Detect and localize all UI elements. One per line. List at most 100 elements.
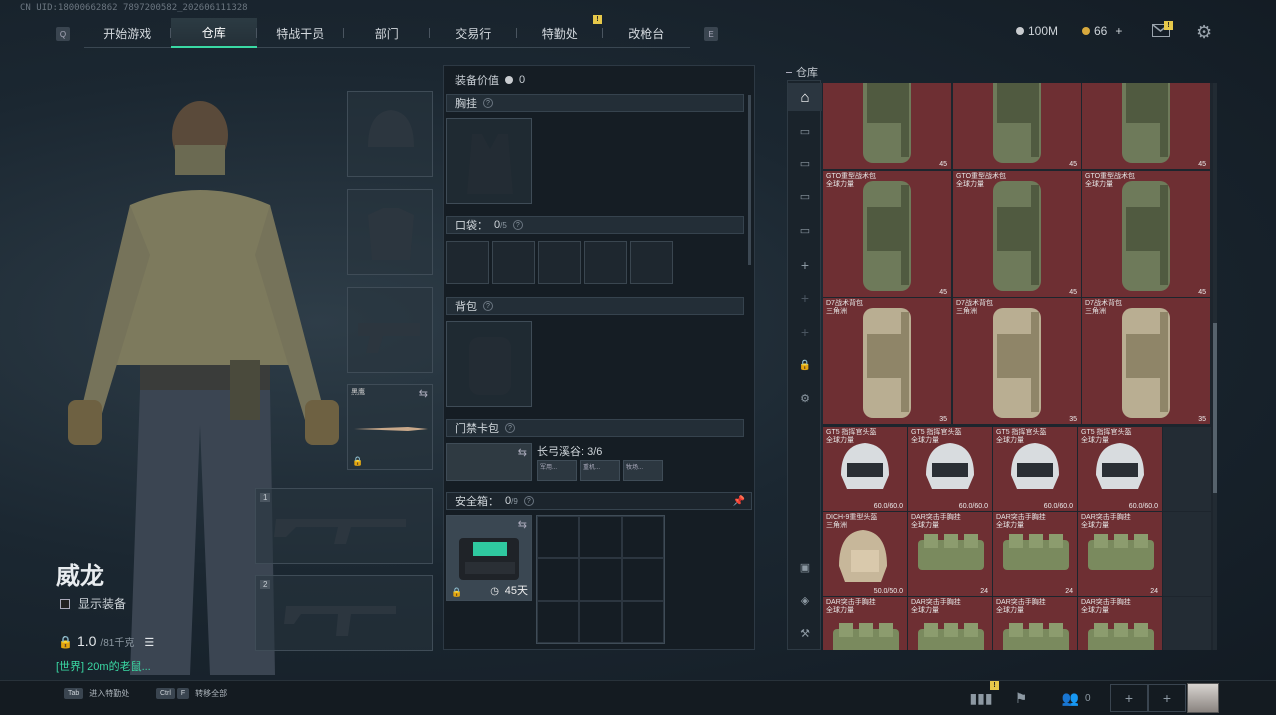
flag-icon[interactable]: ⚑ (1002, 684, 1040, 712)
invite-slot-button[interactable]: + (1110, 684, 1148, 712)
add-storage-icon[interactable]: + (788, 318, 822, 346)
invite-slot-button[interactable]: + (1148, 684, 1186, 712)
secondary-weapon-slot[interactable]: 2 (255, 575, 433, 651)
tab-3[interactable]: 部门 (344, 18, 430, 48)
pocket-slot[interactable] (538, 241, 581, 284)
add-storage-icon[interactable]: + (788, 284, 822, 312)
helmet-item[interactable]: GT5 指挥官头盔 全球力量 60.0/60.0 (993, 427, 1077, 511)
backpack-item[interactable]: GTO重型战术包 全球力量 45 (823, 171, 951, 297)
tab-5[interactable]: 特勤处 (517, 18, 603, 48)
backpack-item[interactable]: D7战术背包 三角洲 35 (953, 298, 1081, 424)
helmet-item[interactable]: GT5 指挥官头盔 全球力量 60.0/60.0 (908, 427, 992, 511)
world-chat-line[interactable]: [世界] 20m的老鼠... (56, 658, 151, 674)
helmet-slot[interactable] (347, 91, 433, 177)
help-icon[interactable]: ? (505, 423, 515, 433)
backpack-item[interactable]: D7战术背包 三角洲 35 (1082, 298, 1210, 424)
storage-tab-3-icon[interactable]: ▭ (788, 182, 822, 210)
chest-rig-item[interactable]: DAR突击手胸挂 全球力量 (908, 597, 992, 650)
add-coins-button[interactable]: + (1115, 24, 1122, 38)
pin-icon[interactable]: 📌 (733, 496, 745, 507)
friends-button[interactable]: 👥 0 (1052, 684, 1100, 712)
show-gear-checkbox[interactable] (60, 598, 70, 609)
help-icon[interactable]: ? (523, 496, 534, 506)
helmet-item[interactable]: GT5 指挥官头盔 全球力量 60.0/60.0 (823, 427, 907, 511)
help-icon[interactable]: ? (512, 220, 523, 230)
pocket-slot[interactable] (630, 241, 673, 284)
melee-slot[interactable]: 黑鹰 ⇆ 🔒 (347, 384, 433, 470)
sort-icon[interactable]: ▣ (788, 553, 822, 581)
backpack-item[interactable]: 45 (823, 83, 951, 169)
player-avatar[interactable] (1187, 683, 1219, 713)
safe-box-cell[interactable] (621, 600, 664, 643)
enter-special-ops-hint[interactable]: Tab 进入特勤处 (64, 688, 129, 699)
backpack-item[interactable]: GTO重型战术包 全球力量 45 (1082, 171, 1210, 297)
chest-rig-item[interactable]: DAR突击手胸挂 全球力量 24 (1078, 512, 1162, 596)
tab-4[interactable]: 交易行 (430, 18, 517, 48)
safe-box-cell[interactable] (537, 516, 580, 559)
safe-box-cell[interactable] (621, 516, 664, 559)
tab-1[interactable]: 仓库 (170, 18, 257, 48)
storage-tab-1-icon[interactable]: ▭ (788, 117, 822, 145)
list-icon[interactable]: ☰ (144, 636, 154, 649)
safe-box-cell[interactable] (579, 558, 622, 601)
swap-icon[interactable]: ⇆ (518, 446, 527, 459)
backpack-slot[interactable] (446, 321, 532, 407)
safe-box-cell[interactable] (537, 600, 580, 643)
helmet-item[interactable]: GT5 指挥官头盔 全球力量 60.0/60.0 (1078, 427, 1162, 511)
chest-rig-item[interactable]: DAR突击手胸挂 全球力量 (993, 597, 1077, 650)
tab-2[interactable]: 特战干员 (257, 18, 344, 48)
lock-icon[interactable]: 🔒 (788, 351, 822, 379)
armor-slot[interactable] (347, 189, 433, 275)
settings-icon[interactable]: ⚙ (788, 384, 822, 412)
empty-slot[interactable] (1163, 597, 1211, 650)
safe-box-slot[interactable]: ⇆ 🔒 ◷ 45天 (446, 515, 532, 601)
add-storage-icon[interactable]: + (788, 251, 822, 279)
collapse-icon[interactable] (786, 71, 792, 73)
chest-rig-slot[interactable] (446, 118, 532, 204)
backpack-item[interactable]: 45 (953, 83, 1081, 169)
swap-icon[interactable]: ⇆ (518, 518, 527, 531)
keycard-case-slot[interactable]: ⇆ (446, 443, 532, 481)
storage-tab-4-icon[interactable]: ▭ (788, 216, 822, 244)
helmet-item[interactable]: DICH-9重型头盔 三角洲 50.0/50.0 (823, 512, 907, 596)
swap-icon[interactable]: ⇆ (419, 387, 428, 400)
pocket-slot[interactable] (584, 241, 627, 284)
pocket-slot[interactable] (492, 241, 535, 284)
safe-box-cell[interactable] (579, 516, 622, 559)
key-slot[interactable]: 军用... (537, 460, 577, 481)
nav-next-key[interactable]: E (704, 27, 718, 41)
storage-tab-2-icon[interactable]: ▭ (788, 149, 822, 177)
chest-rig-item[interactable]: DAR突击手胸挂 全球力量 24 (908, 512, 992, 596)
tab-0[interactable]: 开始游戏 (84, 18, 171, 48)
primary-weapon-slot[interactable]: 1 (255, 488, 433, 564)
pistol-slot[interactable] (347, 287, 433, 373)
help-icon[interactable]: ? (483, 98, 493, 108)
nav-prev-key[interactable]: Q (56, 27, 70, 41)
pocket-slot[interactable] (446, 241, 489, 284)
transfer-all-hint[interactable]: Ctrl F 转移全部 (156, 688, 227, 699)
safe-box-cell[interactable] (537, 558, 580, 601)
coins-display[interactable]: 66 + (1082, 24, 1122, 38)
tools-icon[interactable]: ⚒ (788, 619, 822, 647)
layers-icon[interactable]: ◈ (788, 586, 822, 614)
empty-slot[interactable] (1163, 427, 1211, 511)
safe-box-cell[interactable] (621, 558, 664, 601)
chest-rig-item[interactable]: DAR突击手胸挂 全球力量 (823, 597, 907, 650)
scrollbar[interactable] (748, 95, 751, 265)
show-gear-toggle[interactable]: 显示装备 (60, 595, 126, 612)
item-brand: 三角洲 (826, 522, 847, 529)
key-slot[interactable]: 牧场... (623, 460, 663, 481)
help-icon[interactable]: ? (483, 301, 493, 311)
safe-box-cell[interactable] (579, 600, 622, 643)
backpack-item[interactable]: 45 (1082, 83, 1210, 169)
chest-rig-item[interactable]: DAR突击手胸挂 全球力量 (1078, 597, 1162, 650)
tab-6[interactable]: 改枪台 (603, 18, 690, 48)
key-slot[interactable]: 重机... (580, 460, 620, 481)
chest-rig-item[interactable]: DAR突击手胸挂 全球力量 24 (993, 512, 1077, 596)
backpack-item[interactable]: D7战术背包 三角洲 35 (823, 298, 951, 424)
warehouse-home-icon[interactable]: ⌂ (788, 83, 822, 111)
warehouse-scrollbar[interactable] (1213, 83, 1217, 650)
backpack-item[interactable]: GTO重型战术包 全球力量 45 (953, 171, 1081, 297)
empty-slot[interactable] (1163, 512, 1211, 596)
settings-gear-icon[interactable]: ⚙ (1196, 22, 1212, 43)
